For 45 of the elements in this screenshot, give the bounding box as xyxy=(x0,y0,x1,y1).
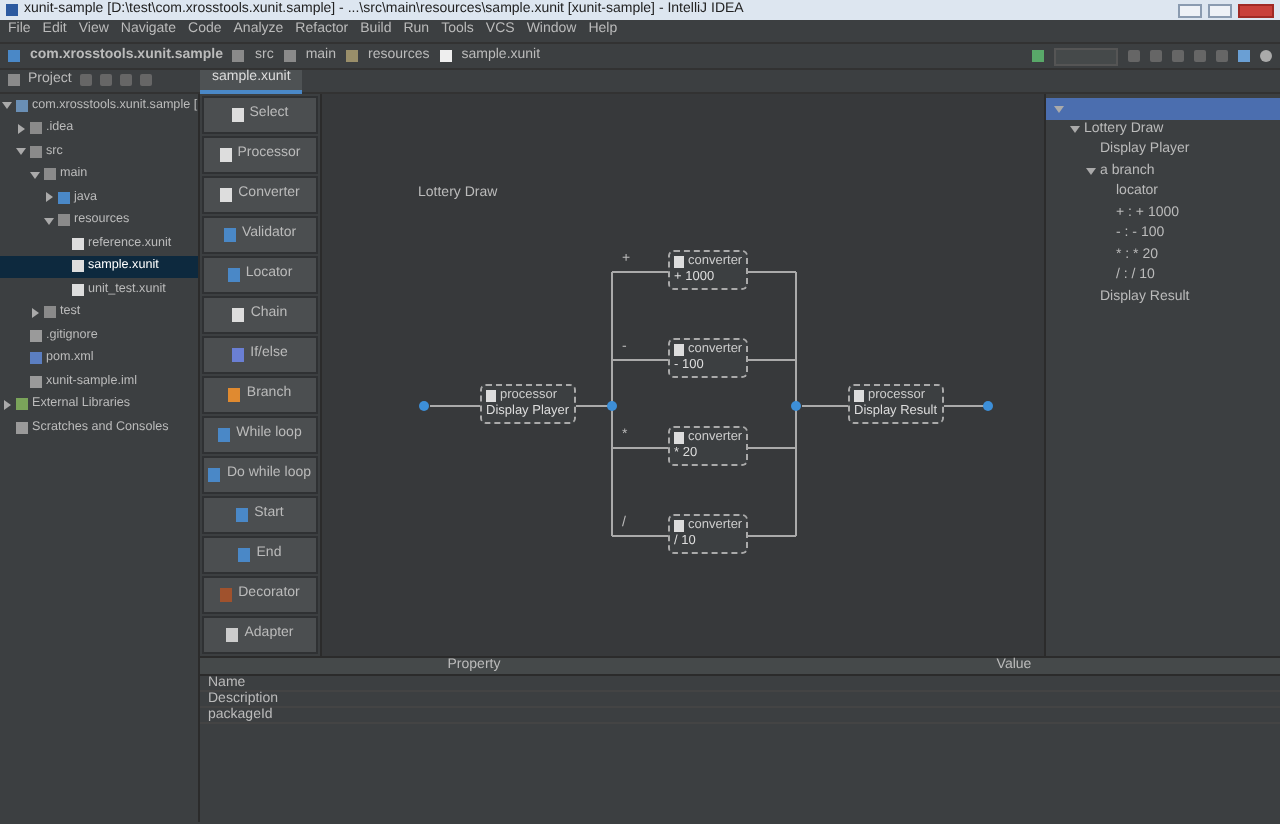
collapse-arrow-icon[interactable] xyxy=(1086,166,1096,177)
tool-icon xyxy=(219,148,232,162)
end-marker-icon xyxy=(983,401,993,411)
expand-arrow-icon[interactable] xyxy=(2,399,12,410)
maximize-button[interactable] xyxy=(1208,3,1232,17)
tool-icon xyxy=(232,348,245,362)
run-config-dropdown[interactable] xyxy=(1054,47,1118,65)
tool-icon xyxy=(223,228,236,242)
folder-icon xyxy=(8,50,20,62)
collapse-arrow-icon[interactable] xyxy=(16,146,26,157)
panel-icon xyxy=(8,74,20,87)
tool-icon xyxy=(227,268,240,282)
merge-point-icon xyxy=(791,401,801,411)
node-icon xyxy=(674,519,684,532)
tool-icon xyxy=(238,548,251,562)
folder-icon xyxy=(232,50,245,62)
tool-icon xyxy=(231,108,244,122)
collapse-arrow-icon[interactable] xyxy=(44,215,54,226)
expand-arrow-icon[interactable] xyxy=(44,192,54,203)
node-icon xyxy=(854,389,864,402)
node-icon xyxy=(674,255,684,268)
tool-icon xyxy=(220,188,233,202)
tool-icon xyxy=(228,388,241,402)
close-button[interactable] xyxy=(1238,3,1274,17)
branch-point-icon xyxy=(607,401,617,411)
start-marker-icon xyxy=(419,401,429,411)
tool-icon xyxy=(236,508,249,522)
file-icon xyxy=(439,50,452,62)
collapse-arrow-icon[interactable] xyxy=(2,100,12,111)
node-icon xyxy=(674,343,684,356)
expand-arrow-icon[interactable] xyxy=(30,307,40,318)
tool-icon xyxy=(226,628,239,642)
node-icon xyxy=(674,431,684,444)
tool-icon xyxy=(218,428,231,442)
expand-arrow-icon[interactable] xyxy=(16,123,26,134)
collapse-arrow-icon[interactable] xyxy=(30,169,40,180)
tool-icon xyxy=(208,468,221,482)
minimize-button[interactable] xyxy=(1178,3,1202,17)
tool-icon xyxy=(232,308,245,322)
node-icon xyxy=(486,389,496,402)
folder-icon xyxy=(44,306,56,319)
tool-icon xyxy=(220,588,233,602)
folder-icon xyxy=(346,50,359,62)
app-icon xyxy=(6,4,18,16)
folder-icon xyxy=(283,50,296,62)
